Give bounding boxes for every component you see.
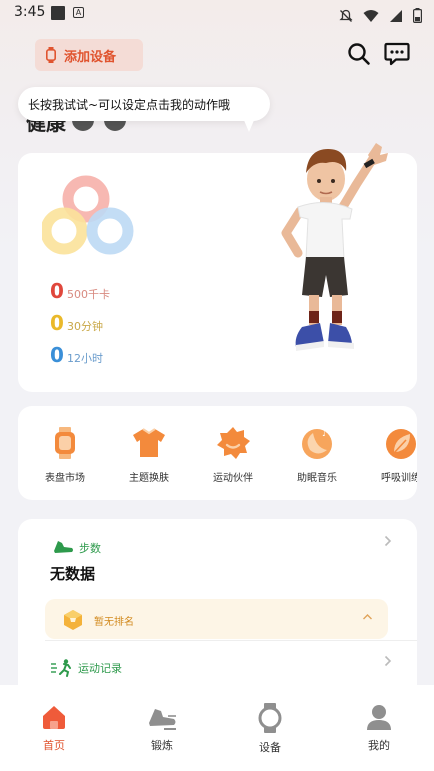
- watch-face-icon: [55, 427, 75, 459]
- chevron-right-icon[interactable]: [384, 655, 392, 667]
- moon-music-icon: ♪: [302, 429, 332, 459]
- system-icons: [334, 5, 422, 24]
- shortcut-theme-skin[interactable]: 主题换肤: [109, 424, 189, 484]
- tab-home[interactable]: 首页: [24, 703, 84, 753]
- duration-metric: 0 30分钟: [50, 311, 103, 335]
- shortcut-label: 运动伙伴: [213, 473, 253, 484]
- shirt-icon: [133, 428, 165, 457]
- stand-metric: 0 12小时: [50, 343, 103, 367]
- avatar-character[interactable]: [256, 137, 396, 377]
- chevron-up-icon[interactable]: [362, 613, 373, 621]
- battery-icon: [413, 8, 422, 23]
- trophy-cube-icon: [64, 610, 82, 630]
- divider: [45, 640, 417, 641]
- running-man-icon: [51, 659, 71, 677]
- calorie-value: 0: [50, 279, 64, 303]
- tab-label: 锻炼: [151, 739, 173, 752]
- stand-goal: 12小时: [67, 352, 103, 365]
- tooltip-tail: [243, 118, 255, 132]
- buddy-icon: [217, 427, 250, 459]
- shortcut-label: 呼吸训练: [381, 473, 417, 484]
- activity-rings-icon: [42, 175, 134, 255]
- bottom-tab-bar: 首页 锻炼 设备 我的: [0, 685, 434, 771]
- tooltip-text: 长按我试试~可以设定点击我的动作哦: [28, 97, 231, 112]
- mute-bell-icon: [339, 9, 353, 22]
- avatar-hint-tooltip: 长按我试试~可以设定点击我的动作哦: [18, 87, 270, 121]
- notification-square-icon: [51, 6, 65, 20]
- records-label: 运动记录: [78, 662, 122, 675]
- home-icon: [43, 706, 65, 729]
- shortcut-watch-face-market[interactable]: 表盘市场: [25, 424, 105, 484]
- shortcut-label: 表盘市场: [45, 473, 85, 484]
- shortcuts-card: 表盘市场 主题换肤 运动伙伴 ♪ 助眠音乐 呼吸训练: [18, 406, 417, 500]
- add-device-label: 添加设备: [64, 49, 117, 65]
- tab-label: 首页: [43, 739, 65, 752]
- shortcut-label: 主题换肤: [129, 473, 169, 484]
- steps-label: 步数: [79, 542, 101, 555]
- search-icon[interactable]: [347, 42, 371, 66]
- status-time: 3:45: [14, 4, 46, 20]
- leaf-icon: [386, 429, 416, 459]
- shortcut-sport-buddy[interactable]: 运动伙伴: [193, 424, 273, 484]
- steps-card[interactable]: 步数 无数据 暂无排名 运动记录: [18, 519, 417, 709]
- notification-a-icon: A: [73, 7, 84, 18]
- signal-icon: [389, 9, 402, 22]
- watch-icon: [258, 703, 282, 733]
- ranking-label: 暂无排名: [94, 617, 134, 628]
- message-icon[interactable]: [384, 42, 410, 66]
- shoe-icon: [149, 709, 176, 730]
- chevron-right-icon[interactable]: [384, 535, 392, 547]
- stand-value: 0: [50, 343, 64, 367]
- calorie-goal: 500千卡: [67, 288, 110, 301]
- svg-text:♪: ♪: [322, 429, 327, 438]
- shortcut-label: 助眠音乐: [297, 473, 337, 484]
- tab-exercise[interactable]: 锻炼: [132, 703, 192, 753]
- tab-profile[interactable]: 我的: [349, 703, 409, 753]
- watch-icon: [46, 47, 56, 63]
- duration-value: 0: [50, 311, 64, 335]
- duration-goal: 30分钟: [67, 320, 103, 333]
- steps-value: 无数据: [50, 565, 96, 583]
- add-device-button[interactable]: 添加设备: [35, 39, 143, 71]
- status-bar: 3:45 A: [0, 0, 434, 28]
- profile-icon: [367, 705, 391, 730]
- shortcut-sleep-music[interactable]: ♪ 助眠音乐: [277, 424, 357, 484]
- wifi-icon: [363, 9, 379, 22]
- shortcut-breathing-training[interactable]: 呼吸训练: [361, 424, 417, 484]
- sneaker-icon: [54, 541, 73, 553]
- health-summary-card[interactable]: 0 500千卡 0 30分钟 0 12小时: [18, 143, 417, 392]
- tab-label: 我的: [368, 739, 390, 752]
- ranking-bar[interactable]: 暂无排名: [45, 599, 388, 639]
- tab-device[interactable]: 设备: [240, 703, 300, 755]
- calorie-metric: 0 500千卡: [50, 279, 110, 303]
- tab-label: 设备: [259, 741, 281, 754]
